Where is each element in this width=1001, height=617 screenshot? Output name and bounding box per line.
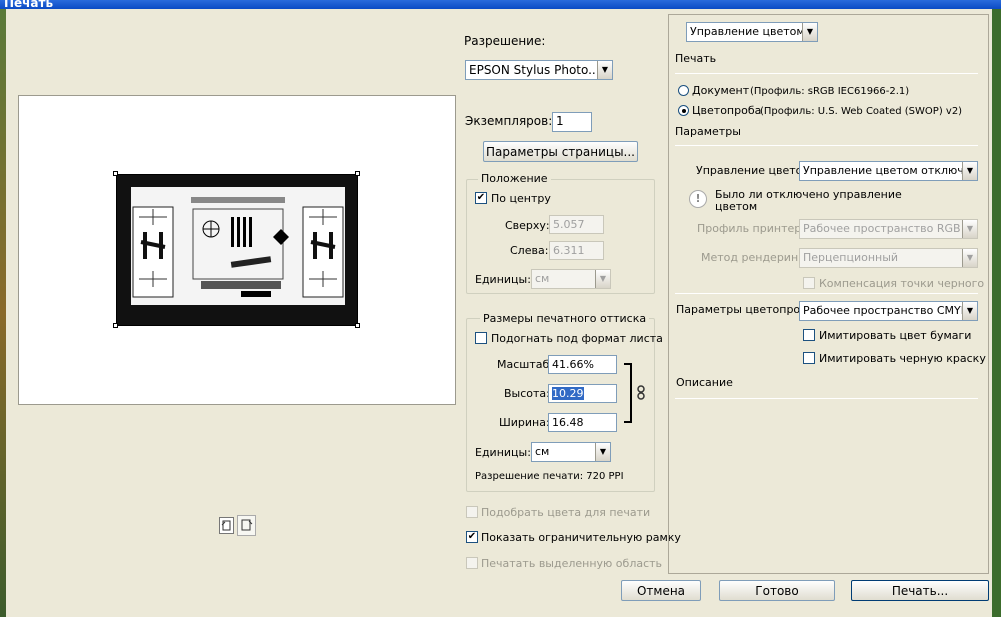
divider bbox=[675, 145, 978, 146]
chevron-down-icon: ▼ bbox=[962, 302, 977, 320]
render-method-select[interactable]: Перцепционный ▼ bbox=[799, 248, 978, 268]
printer-select[interactable]: EPSON Stylus Photo... ▼ bbox=[465, 60, 613, 80]
color-handling-select[interactable]: Управление цветом отключено ▼ bbox=[799, 161, 978, 181]
rotate-left-icon[interactable] bbox=[219, 517, 234, 534]
title-bar: Печать bbox=[0, 0, 1001, 9]
info-icon: ! bbox=[689, 190, 707, 208]
preview-image[interactable] bbox=[116, 174, 358, 326]
copies-input[interactable]: 1 bbox=[552, 112, 592, 132]
height-value-selected: 10.29 bbox=[552, 387, 584, 400]
params-header: Параметры bbox=[675, 125, 741, 138]
print-selected-label: Печатать выделенную область bbox=[481, 557, 663, 570]
mode-select[interactable]: Управление цветом ▼ bbox=[686, 22, 818, 42]
fit-to-page-checkbox[interactable] bbox=[475, 332, 487, 344]
done-button[interactable]: Готово bbox=[719, 580, 835, 601]
divider bbox=[675, 73, 978, 74]
print-section-header: Печать bbox=[675, 52, 717, 65]
height-input[interactable]: 10.29 bbox=[548, 384, 617, 403]
window-title: Печать bbox=[4, 0, 54, 9]
simulate-black-checkbox[interactable] bbox=[803, 352, 815, 364]
page-setup-button[interactable]: Параметры страницы... bbox=[483, 141, 638, 162]
divider bbox=[675, 293, 978, 294]
print-size-group-title: Размеры печатного оттиска bbox=[480, 312, 650, 325]
document-label: Документ bbox=[692, 84, 750, 97]
position-units-value: см bbox=[535, 272, 550, 285]
proof-profile: (Профиль: U.S. Web Coated (SWOP) v2) bbox=[760, 106, 963, 117]
divider bbox=[675, 398, 978, 399]
black-point-checkbox[interactable] bbox=[803, 277, 815, 289]
printer-select-value: EPSON Stylus Photo... bbox=[469, 63, 600, 77]
proof-setup-select[interactable]: Рабочее пространство CMYK ▼ bbox=[799, 301, 978, 321]
width-input[interactable]: 16.48 bbox=[548, 413, 617, 432]
print-size-units-select[interactable]: см ▼ bbox=[531, 442, 611, 462]
simulate-paper-label: Имитировать цвет бумаги bbox=[819, 329, 972, 342]
notice-text-2: цветом bbox=[715, 200, 758, 213]
chevron-down-icon: ▼ bbox=[802, 23, 817, 41]
proof-label: Цветопроба bbox=[692, 104, 762, 117]
print-button[interactable]: Печать... bbox=[851, 580, 989, 601]
cancel-button[interactable]: Отмена bbox=[621, 580, 701, 601]
resize-handle[interactable] bbox=[113, 171, 118, 176]
simulate-paper-checkbox[interactable] bbox=[803, 329, 815, 341]
resize-handle[interactable] bbox=[355, 171, 360, 176]
desktop-background-right bbox=[992, 0, 1001, 617]
scale-input[interactable]: 41.66% bbox=[548, 355, 617, 374]
resolution-label: Разрешение: bbox=[464, 34, 546, 48]
chevron-down-icon: ▼ bbox=[962, 220, 977, 238]
document-radio[interactable] bbox=[678, 85, 689, 96]
center-label: По центру bbox=[491, 192, 551, 205]
test-chart-graphic bbox=[132, 197, 344, 298]
chevron-down-icon: ▼ bbox=[962, 249, 977, 267]
position-units-label: Единицы: bbox=[475, 273, 531, 286]
proportion-bracket bbox=[624, 363, 632, 423]
printer-profile-value: Рабочее пространство RGB - A... bbox=[803, 222, 978, 235]
proof-radio[interactable] bbox=[678, 105, 689, 116]
printer-profile-select[interactable]: Рабочее пространство RGB - A... ▼ bbox=[799, 219, 978, 239]
chevron-down-icon: ▼ bbox=[597, 61, 612, 79]
resize-handle[interactable] bbox=[113, 323, 118, 328]
copies-label: Экземпляров: bbox=[465, 114, 553, 128]
render-method-value: Перцепционный bbox=[803, 251, 899, 264]
print-size-units-value: см bbox=[535, 445, 550, 458]
left-input[interactable]: 6.311 bbox=[549, 241, 604, 260]
chain-link-icon[interactable] bbox=[637, 385, 646, 400]
bounding-box-label: Показать ограничительную рамку bbox=[481, 531, 681, 544]
print-selected-checkbox[interactable] bbox=[466, 557, 478, 569]
preview-test-chart bbox=[131, 187, 345, 305]
mode-select-value: Управление цветом bbox=[690, 25, 805, 38]
rotate-right-icon[interactable] bbox=[237, 515, 256, 536]
position-units-select[interactable]: см ▼ bbox=[531, 269, 611, 289]
chevron-down-icon: ▼ bbox=[962, 162, 977, 180]
black-point-label: Компенсация точки черного bbox=[819, 277, 985, 290]
position-group-title: Положение bbox=[478, 172, 551, 185]
match-colors-checkbox[interactable] bbox=[466, 506, 478, 518]
height-label: Высота: bbox=[504, 387, 550, 400]
proof-setup-label: Параметры цветопробы: bbox=[676, 303, 820, 316]
left-label: Слева: bbox=[510, 244, 549, 257]
print-size-units-label: Единицы: bbox=[475, 446, 531, 459]
top-input[interactable]: 5.057 bbox=[549, 215, 604, 234]
scale-label: Масштаб: bbox=[497, 358, 553, 371]
print-resolution-text: Разрешение печати: 720 PPI bbox=[475, 471, 624, 482]
width-label: Ширина: bbox=[499, 416, 550, 429]
description-header: Описание bbox=[676, 376, 733, 389]
proof-setup-value: Рабочее пространство CMYK bbox=[803, 304, 968, 317]
render-method-label: Метод рендеринга: bbox=[701, 251, 815, 264]
bounding-box-checkbox[interactable]: ✔ bbox=[466, 531, 478, 543]
color-handling-value: Управление цветом отключено bbox=[803, 164, 978, 177]
center-checkbox[interactable]: ✔ bbox=[475, 192, 487, 204]
top-label: Сверху: bbox=[505, 219, 550, 232]
document-profile: (Профиль: sRGB IEC61966-2.1) bbox=[750, 86, 910, 97]
match-colors-label: Подобрать цвета для печати bbox=[481, 506, 651, 519]
color-handling-label: Управление цветом: bbox=[696, 164, 815, 177]
color-management-panel bbox=[668, 14, 989, 574]
simulate-black-label: Имитировать черную краску bbox=[819, 352, 986, 365]
chevron-down-icon: ▼ bbox=[595, 270, 610, 288]
chevron-down-icon: ▼ bbox=[595, 443, 610, 461]
resize-handle[interactable] bbox=[355, 323, 360, 328]
fit-to-page-label: Подогнать под формат листа bbox=[491, 332, 663, 345]
printer-profile-label: Профиль принтера: bbox=[697, 222, 812, 235]
